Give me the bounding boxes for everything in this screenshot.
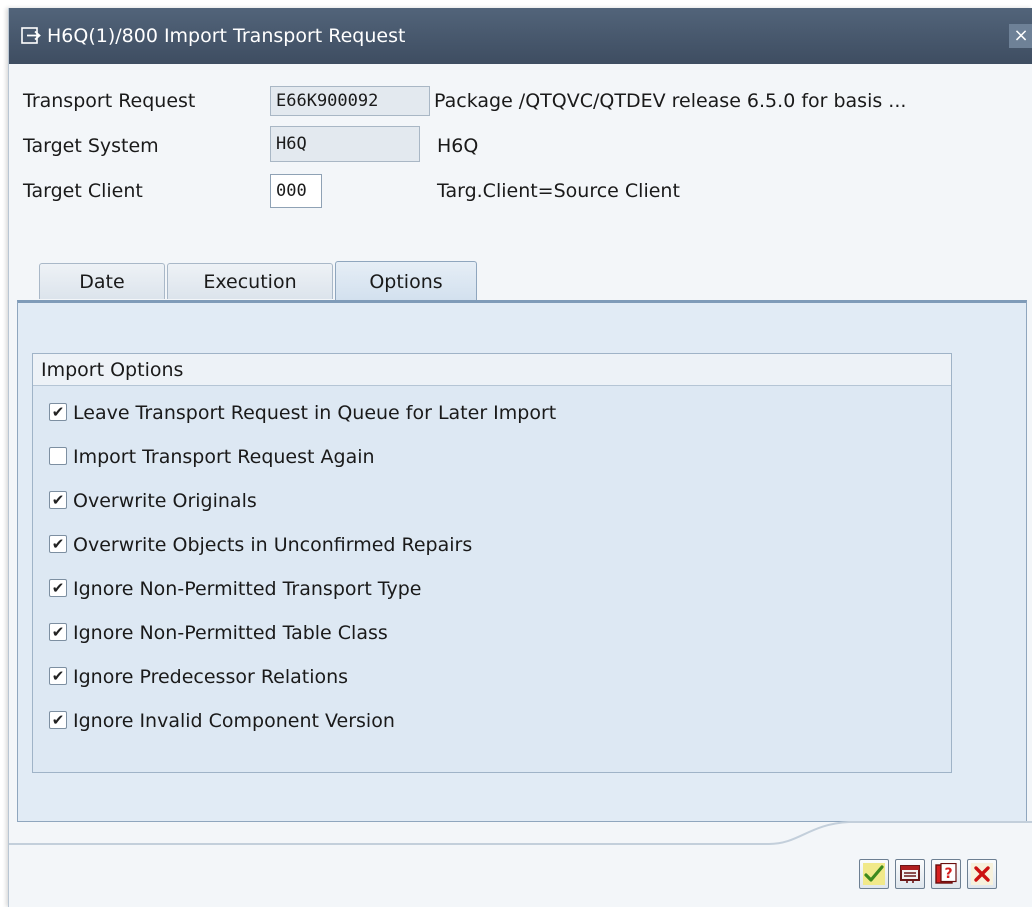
confirm-button[interactable] (859, 859, 889, 889)
option-label: Ignore Non-Permitted Transport Type (73, 578, 422, 600)
transport-request-label: Transport Request (23, 90, 196, 112)
transport-request-description: Package /QTQVC/QTDEV release 6.5.0 for b… (434, 90, 907, 112)
import-transport-dialog: H6Q(1)/800 Import Transport Request × Tr… (8, 8, 1032, 907)
title-bar[interactable]: H6Q(1)/800 Import Transport Request × (9, 8, 1032, 64)
checkbox-ignore-transport-type[interactable]: ✔ (49, 579, 67, 597)
window-title: H6Q(1)/800 Import Transport Request (47, 25, 406, 47)
import-options-group: Import Options ✔ Leave Transport Request… (32, 353, 952, 773)
tab-strip: Date Execution Options (17, 261, 1027, 301)
option-label: Overwrite Originals (73, 490, 257, 512)
checkbox-leave-in-queue[interactable]: ✔ (49, 403, 67, 421)
target-client-label: Target Client (23, 180, 143, 202)
target-system-label: Target System (23, 135, 159, 157)
confirm-icon (863, 863, 885, 885)
tab-execution[interactable]: Execution (167, 263, 333, 299)
checkbox-ignore-table-class[interactable]: ✔ (49, 623, 67, 641)
tab-options[interactable]: Options (335, 261, 477, 301)
close-button[interactable]: × (1009, 24, 1032, 48)
checkbox-ignore-predecessor[interactable]: ✔ (49, 667, 67, 685)
svg-text:?: ? (944, 866, 952, 882)
target-client-field[interactable]: 000 (270, 174, 322, 208)
option-label: Ignore Predecessor Relations (73, 666, 349, 688)
option-label: Import Transport Request Again (73, 446, 375, 468)
option-label: Overwrite Objects in Unconfirmed Repairs (73, 534, 473, 556)
transport-request-field[interactable]: E66K900092 (270, 86, 430, 116)
details-button[interactable] (895, 859, 925, 889)
tab-date[interactable]: Date (39, 263, 165, 299)
cancel-button[interactable] (967, 859, 997, 889)
cancel-icon (971, 863, 993, 885)
options-panel: Import Options ✔ Leave Transport Request… (17, 300, 1027, 822)
target-client-description: Targ.Client=Source Client (437, 180, 680, 202)
checkbox-import-again[interactable] (49, 447, 67, 465)
checkbox-ignore-component-version[interactable]: ✔ (49, 711, 67, 729)
option-label: Leave Transport Request in Queue for Lat… (73, 402, 557, 424)
target-system-description: H6Q (437, 135, 479, 157)
window-icon (21, 27, 41, 44)
checkbox-overwrite-unconfirmed-repairs[interactable]: ✔ (49, 535, 67, 553)
option-label: Ignore Non-Permitted Table Class (73, 622, 388, 644)
help-icon: ? (935, 863, 957, 884)
help-button[interactable]: ? (931, 859, 961, 889)
import-options-title: Import Options (33, 354, 951, 386)
target-system-field[interactable]: H6Q (270, 126, 420, 162)
option-label: Ignore Invalid Component Version (73, 710, 395, 732)
checkbox-overwrite-originals[interactable]: ✔ (49, 491, 67, 509)
details-icon (900, 865, 920, 883)
